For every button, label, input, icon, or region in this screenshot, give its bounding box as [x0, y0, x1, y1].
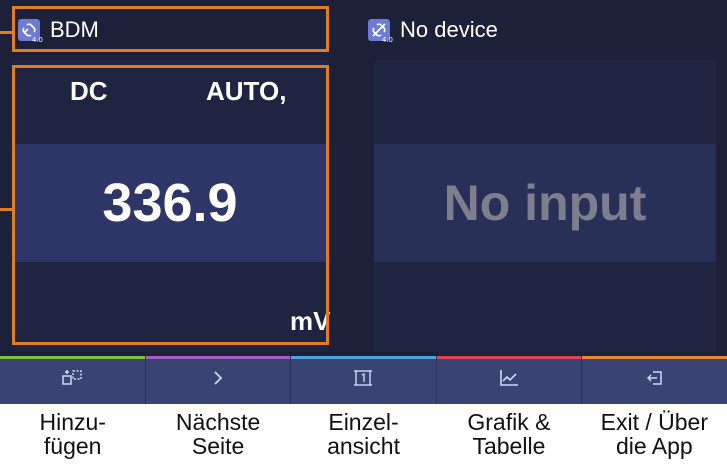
softkey-exit-about[interactable] [582, 356, 727, 404]
broken-link-icon: 4.0 [368, 19, 393, 44]
device-header-2[interactable]: 4.0 No device [368, 6, 708, 54]
softkey-add[interactable] [0, 356, 146, 404]
softkey-accent [582, 356, 727, 359]
measurement-unit: mV [290, 306, 331, 336]
softkey-single-view[interactable] [291, 356, 437, 404]
softkey-accent [436, 356, 582, 359]
link-icon: 4.0 [18, 19, 43, 44]
label-line: Exit / Über [600, 409, 709, 435]
softkey-accent [291, 356, 436, 359]
label-line: Nächste [175, 409, 261, 435]
callout-line [0, 208, 12, 211]
softkey-label-chart-table: Grafik & Tabelle [436, 410, 581, 472]
softkey-label-single-view: Einzel- ansicht [291, 410, 436, 472]
softkey-label-exit-about: Exit / Über die App [582, 410, 727, 472]
label-line: die App [615, 433, 693, 459]
label-line: Tabelle [472, 433, 546, 459]
label-line: Seite [191, 433, 245, 459]
no-input-text: No input [443, 175, 647, 231]
softkey-bar [0, 356, 727, 404]
measurement-panel-2[interactable]: No input [374, 60, 716, 352]
softkey-label-next-page: Nächste Seite [145, 410, 290, 472]
softkey-label-add: Hinzu- fügen [0, 410, 145, 472]
measurement-range: AUTO, [206, 76, 287, 106]
device-header-1[interactable]: 4.0 BDM [18, 6, 318, 54]
label-line: Einzel- [328, 409, 399, 435]
value-display: 336.9 [12, 144, 328, 262]
device-version: 4.0 [381, 36, 393, 44]
label-line: fügen [43, 433, 102, 459]
instrument-screen: 4.0 BDM 4.0 No device DC AUTO, 336.9 mV … [0, 0, 727, 356]
value-display: No input [374, 144, 716, 262]
softkey-chart-table[interactable] [436, 356, 583, 404]
add-device-icon [61, 368, 83, 393]
label-line: Grafik & [467, 409, 551, 435]
device-name: BDM [50, 17, 99, 42]
measurement-value: 336.9 [102, 173, 238, 233]
softkey-next-page[interactable] [145, 356, 292, 404]
softkey-accent [145, 356, 291, 359]
device-version: 4.0 [31, 36, 43, 44]
callout-line [0, 31, 12, 34]
chart-icon [498, 368, 520, 393]
measurement-panel-1[interactable]: DC AUTO, 336.9 mV [12, 60, 331, 352]
softkey-accent [0, 356, 145, 359]
measurement-mode: DC [70, 76, 108, 106]
single-view-icon [352, 368, 374, 393]
device-name: No device [400, 17, 498, 42]
label-line: ansicht [327, 433, 400, 459]
exit-icon [644, 368, 666, 393]
label-line: Hinzu- [39, 409, 106, 435]
chevron-right-icon [207, 368, 229, 393]
softkey-labels: Hinzu- fügen Nächste Seite Einzel- ansic… [0, 410, 727, 472]
